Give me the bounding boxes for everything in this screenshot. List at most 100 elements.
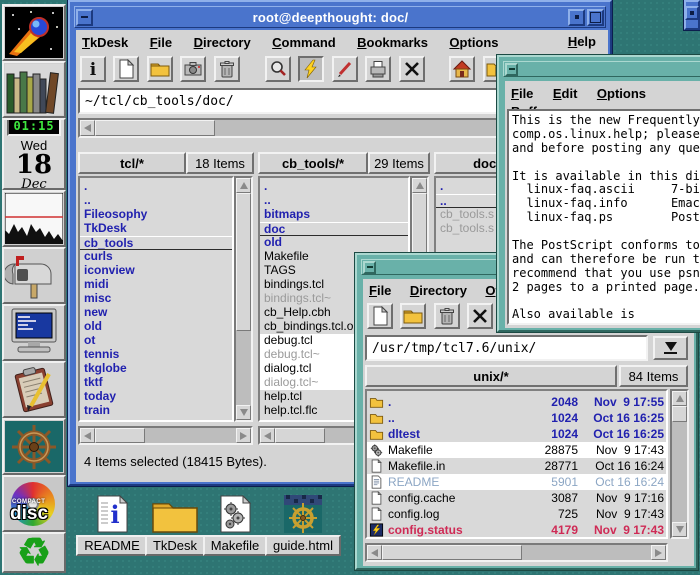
file-item[interactable]: tkglobe bbox=[80, 362, 232, 376]
scroll-up-button[interactable] bbox=[236, 178, 251, 193]
file-row[interactable]: ..1024Oct 16 16:25 bbox=[367, 410, 666, 426]
file-row-selected[interactable]: Makefile28875Nov 9 17:43 bbox=[367, 442, 666, 458]
file-item[interactable]: iconview bbox=[80, 264, 232, 278]
editor-text-area[interactable]: This is the new Frequently comp.os.linux… bbox=[507, 109, 700, 325]
file-item[interactable]: bitmaps bbox=[260, 208, 408, 222]
file-item[interactable]: train bbox=[80, 404, 232, 418]
dock-clock-button[interactable]: 01:15 Wed 18 Dec bbox=[2, 118, 66, 190]
scroll-left-button[interactable] bbox=[367, 545, 382, 560]
scroll-up-button[interactable] bbox=[412, 178, 427, 193]
menu-tkdesk[interactable]: TkDesk bbox=[82, 35, 128, 50]
menu-options[interactable]: Options bbox=[449, 35, 498, 50]
dock-helm-button[interactable] bbox=[2, 418, 66, 475]
iconify-button[interactable] bbox=[568, 9, 585, 26]
browser-path-entry[interactable]: /usr/tmp/tcl7.6/unix/ bbox=[365, 335, 648, 361]
file-item[interactable]: ot bbox=[80, 334, 232, 348]
find-button[interactable] bbox=[265, 56, 291, 82]
file-item[interactable]: . bbox=[80, 180, 232, 194]
window-button[interactable] bbox=[685, 6, 699, 20]
editor-titlebar[interactable] bbox=[503, 61, 700, 77]
desktop-icon-guide-html[interactable]: guide.html bbox=[263, 495, 343, 556]
desktop-icon-label[interactable]: Makefile bbox=[203, 535, 267, 556]
path-history-dropdown-button[interactable] bbox=[653, 336, 688, 360]
file-item[interactable]: old bbox=[260, 236, 408, 250]
file-item[interactable]: misc bbox=[80, 292, 232, 306]
dock-terminal-button[interactable] bbox=[2, 304, 66, 361]
file-row-open[interactable]: README5901Oct 16 16:24 bbox=[367, 474, 666, 490]
scroll-right-button[interactable] bbox=[651, 545, 666, 560]
scroll-up-button[interactable] bbox=[672, 391, 687, 406]
file-item[interactable]: Fileosophy bbox=[80, 208, 232, 222]
file-item[interactable]: new bbox=[80, 306, 232, 320]
new-file-button[interactable] bbox=[113, 56, 139, 82]
file-item[interactable]: today bbox=[80, 390, 232, 404]
file-row[interactable]: .2048Nov 9 17:55 bbox=[367, 394, 666, 410]
file-item[interactable]: tktf bbox=[80, 376, 232, 390]
file-item-open[interactable]: cb_tools bbox=[80, 236, 232, 250]
snapshot-button[interactable] bbox=[180, 56, 206, 82]
menu-command[interactable]: Command bbox=[272, 35, 336, 50]
delete-button[interactable] bbox=[467, 303, 493, 329]
file-row[interactable]: config.cache3087Nov 9 17:16 bbox=[367, 490, 666, 506]
dock-recycle-button[interactable]: ♻ bbox=[2, 532, 66, 573]
file-item-open[interactable]: doc bbox=[260, 222, 408, 236]
delete-button[interactable] bbox=[399, 56, 425, 82]
execute-button[interactable] bbox=[298, 56, 324, 82]
dock-mailbox-button[interactable] bbox=[2, 247, 66, 304]
scrollbar-thumb[interactable] bbox=[95, 428, 145, 443]
home-button[interactable] bbox=[449, 56, 475, 82]
edit-button[interactable] bbox=[332, 56, 358, 82]
menu-file[interactable]: File bbox=[150, 35, 172, 50]
file-row[interactable]: config.log725Nov 9 17:43 bbox=[367, 506, 666, 522]
browser-horizontal-scrollbar[interactable] bbox=[365, 543, 668, 562]
menu-directory[interactable]: Directory bbox=[194, 35, 251, 50]
file-item[interactable]: . bbox=[260, 180, 408, 194]
menu-file[interactable]: File bbox=[511, 86, 533, 101]
open-folder-button[interactable] bbox=[147, 56, 173, 82]
menu-options[interactable]: Options bbox=[597, 86, 646, 101]
menu-directory[interactable]: Directory bbox=[410, 283, 467, 298]
dock-cdrom-button[interactable]: COMPACT disc bbox=[2, 475, 66, 532]
menu-help[interactable]: Help bbox=[568, 34, 596, 49]
maximize-button[interactable] bbox=[587, 9, 604, 26]
scroll-left-button[interactable] bbox=[80, 120, 95, 136]
open-folder-button[interactable] bbox=[400, 303, 426, 329]
print-button[interactable] bbox=[365, 56, 391, 82]
trash-button[interactable] bbox=[214, 56, 240, 82]
window-menu-button[interactable] bbox=[363, 261, 376, 274]
scroll-right-button[interactable] bbox=[236, 428, 251, 443]
pane1-title-button[interactable]: tcl/* bbox=[78, 152, 186, 174]
file-item[interactable]: .. bbox=[260, 194, 408, 208]
scrollbar-thumb[interactable] bbox=[275, 428, 325, 443]
scroll-left-button[interactable] bbox=[80, 428, 95, 443]
browser-vertical-scrollbar[interactable] bbox=[670, 389, 689, 539]
pane1-horizontal-scrollbar[interactable] bbox=[78, 426, 253, 445]
menu-bookmarks[interactable]: Bookmarks bbox=[357, 35, 428, 50]
dock-notepad-button[interactable] bbox=[2, 361, 66, 418]
browser-pane-title-button[interactable]: unix/* bbox=[365, 365, 617, 387]
desktop-icon-label[interactable]: guide.html bbox=[265, 535, 341, 556]
scroll-down-button[interactable] bbox=[236, 405, 251, 420]
file-row[interactable]: Makefile.in28771Oct 16 16:24 bbox=[367, 458, 666, 474]
scrollbar-thumb[interactable] bbox=[382, 545, 522, 560]
file-item[interactable]: tennis bbox=[80, 348, 232, 362]
desktop-icon-makefile[interactable]: Makefile bbox=[198, 495, 272, 556]
file-item[interactable]: curls bbox=[80, 250, 232, 264]
menu-edit[interactable]: Edit bbox=[553, 86, 578, 101]
scrollbar-thumb[interactable] bbox=[672, 406, 687, 422]
scroll-down-button[interactable] bbox=[672, 522, 687, 537]
dock-comet-button[interactable] bbox=[2, 4, 66, 61]
menu-file[interactable]: File bbox=[369, 283, 391, 298]
scrollbar-thumb[interactable] bbox=[95, 120, 215, 136]
file-item[interactable]: old bbox=[80, 320, 232, 334]
pane1-vertical-scrollbar[interactable] bbox=[234, 176, 253, 422]
file-row[interactable]: dltest1024Oct 16 16:25 bbox=[367, 426, 666, 442]
file-row[interactable]: config.status4179Nov 9 17:43 bbox=[367, 522, 666, 538]
file-item[interactable]: .. bbox=[80, 194, 232, 208]
dock-books-button[interactable] bbox=[2, 61, 66, 118]
window-menu-button[interactable] bbox=[76, 9, 93, 26]
dock-load-button[interactable] bbox=[2, 190, 66, 247]
trash-button[interactable] bbox=[434, 303, 460, 329]
window-menu-button[interactable] bbox=[505, 63, 518, 76]
desktop-icon-label[interactable]: TkDesk bbox=[145, 535, 205, 556]
